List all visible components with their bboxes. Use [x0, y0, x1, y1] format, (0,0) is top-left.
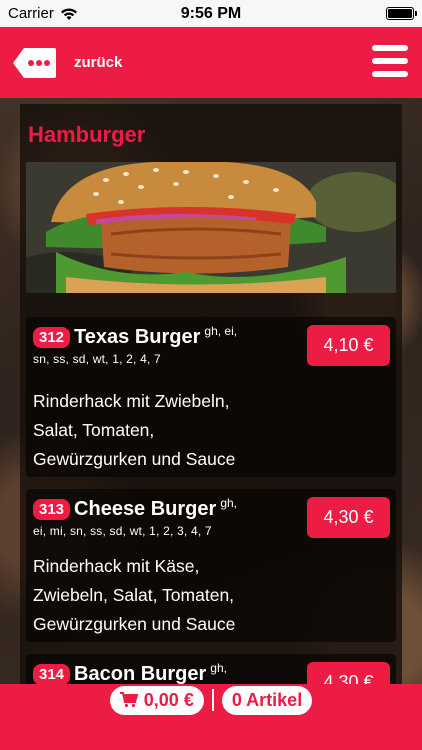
burger-image [26, 162, 396, 293]
cart-count-button[interactable]: 0 Artikel [221, 685, 313, 715]
add-to-cart-price-button[interactable]: 4,10 € [307, 325, 390, 366]
menu-item-head: 312 Texas Burger gh, ei, sn, ss, sd, wt, 1… [33, 324, 306, 366]
category-title: Hamburger [28, 122, 146, 147]
item-allergens: ei, mi, sn, ss, sd, wt, 1, 2, 3, 4, 7 [33, 524, 212, 538]
item-number-badge: 313 [33, 499, 71, 520]
item-number-badge: 314 [33, 664, 71, 684]
item-description: Rinderhack mit Käse, Zwiebeln, Salat, To… [33, 552, 283, 639]
item-number-badge: 312 [33, 327, 71, 348]
desc-line: Zwiebeln, Salat, Tomaten, [33, 585, 235, 605]
item-name: Texas Burger [74, 326, 201, 348]
add-to-cart-price-button[interactable]: 4,30 € [307, 497, 390, 538]
item-description: Rinderhack mit Zwiebeln, Salat, Tomaten,… [33, 387, 283, 474]
cart-summary: 0,00 € 0 Artikel [109, 685, 313, 715]
back-tag-icon [13, 47, 56, 78]
battery-icon [386, 7, 417, 20]
item-name: Cheese Burger [74, 498, 217, 520]
back-button[interactable]: zurück [12, 46, 122, 80]
item-allergens-sup: gh, [220, 496, 237, 510]
menu-item-head: 313 Cheese Burger gh, ei, mi, sn, ss, sd, … [33, 496, 306, 538]
status-time: 9:56 PM [180, 4, 242, 22]
desc-line: Rinderhack mit Zwiebeln, [33, 391, 230, 411]
add-to-cart-price-button[interactable]: 4,30 € [307, 662, 390, 684]
menu-item-head: 314 Bacon Burger gh, [33, 661, 306, 684]
menu-item[interactable]: 314 Bacon Burger gh, 4,30 € [26, 654, 396, 684]
back-label: zurück [74, 54, 123, 71]
cart-icon [119, 692, 138, 708]
app-header: zurück [0, 27, 422, 98]
footer-divider [211, 689, 214, 711]
desc-line: Salat, Tomaten, [33, 420, 155, 440]
cart-total: 0,00 € [143, 689, 194, 710]
desc-line: Rinderhack mit Käse, [33, 556, 200, 576]
menu-item[interactable]: 312 Texas Burger gh, ei, sn, ss, sd, wt, 1… [26, 317, 396, 477]
cart-total-button[interactable]: 0,00 € [109, 685, 204, 715]
item-name: Bacon Burger [74, 663, 207, 684]
menu-panel: Hamburger 312 Texas Burger gh, ei, sn, s… [20, 104, 402, 684]
status-bar: Carrier 9:56 PM [0, 0, 422, 27]
item-allergens-sup: gh, [210, 661, 227, 675]
cart-footer: 0,00 € 0 Artikel [0, 684, 422, 750]
hamburger-menu-icon[interactable] [372, 45, 408, 77]
item-allergens-sup: gh, ei, [204, 324, 238, 338]
item-allergens: sn, ss, sd, wt, 1, 2, 4, 7 [33, 352, 161, 366]
desc-line: Gewürzgurken und Sauce [33, 449, 236, 469]
desc-line: Gewürzgurken und Sauce [33, 614, 236, 634]
menu-item[interactable]: 313 Cheese Burger gh, ei, mi, sn, ss, sd, … [26, 489, 396, 642]
